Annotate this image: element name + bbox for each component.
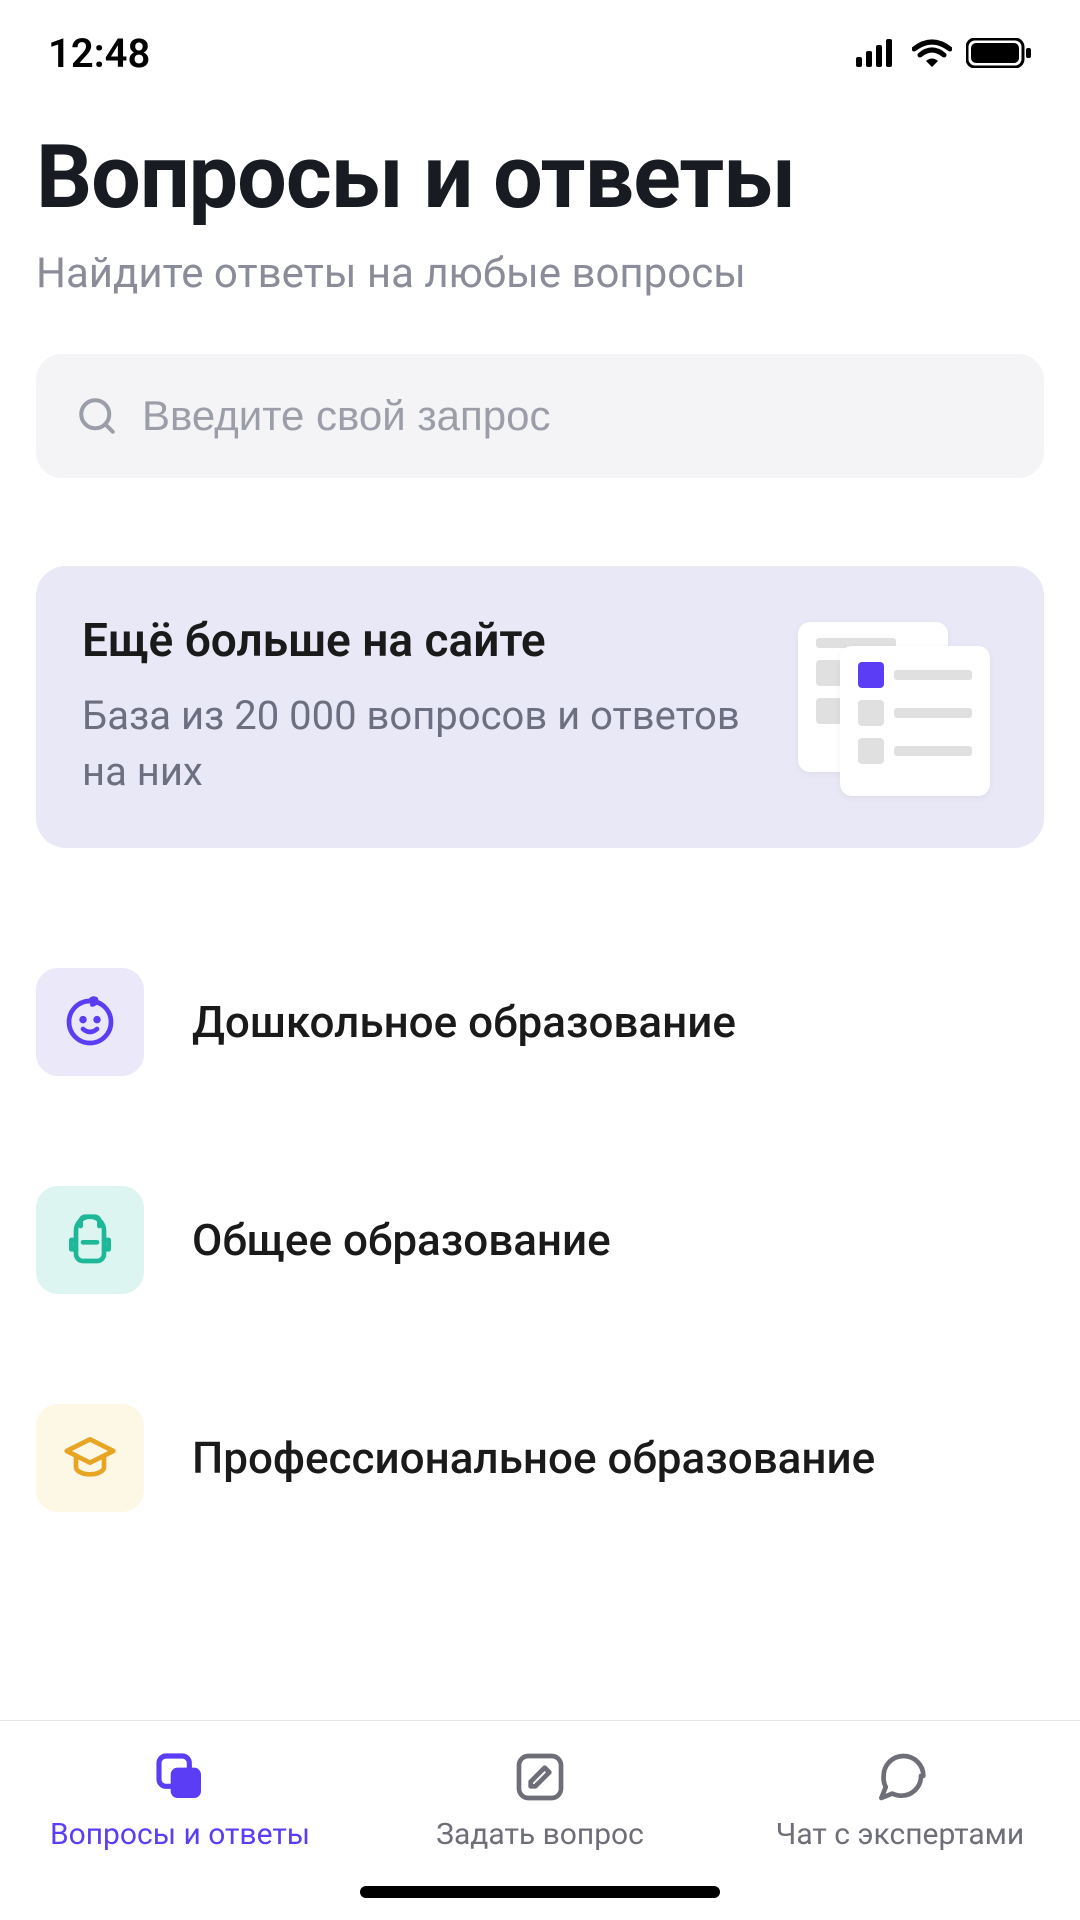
search-icon xyxy=(76,395,118,437)
search-input[interactable] xyxy=(142,392,1004,440)
page-title: Вопросы и ответы xyxy=(36,126,1044,229)
promo-title: Ещё больше на сайте xyxy=(82,614,778,668)
category-icon-box xyxy=(36,1404,144,1512)
promo-card[interactable]: Ещё больше на сайте База из 20 000 вопро… xyxy=(36,566,1044,848)
graduation-cap-icon xyxy=(62,1430,118,1486)
category-label: Общее образование xyxy=(192,1214,611,1266)
home-indicator[interactable] xyxy=(360,1886,720,1898)
status-time: 12:48 xyxy=(48,30,150,77)
signal-icon xyxy=(856,39,898,67)
page-subtitle: Найдите ответы на любые вопросы xyxy=(36,249,1044,298)
category-label: Дошкольное образование xyxy=(192,996,736,1048)
edit-square-icon xyxy=(512,1749,568,1805)
promo-description: База из 20 000 вопросов и ответов на них xyxy=(82,688,778,800)
category-preschool[interactable]: Дошкольное образование xyxy=(36,968,1044,1076)
documents-illustration xyxy=(798,622,998,792)
baby-face-icon xyxy=(62,994,118,1050)
chat-bubble-icon xyxy=(872,1749,928,1805)
battery-icon xyxy=(966,38,1032,68)
category-list: Дошкольное образование Общее образование… xyxy=(36,968,1044,1512)
backpack-icon xyxy=(62,1212,118,1268)
cards-icon xyxy=(152,1749,208,1805)
nav-label: Вопросы и ответы xyxy=(50,1817,310,1852)
nav-tab-qa[interactable]: Вопросы и ответы xyxy=(0,1721,360,1920)
nav-label: Чат с экспертами xyxy=(776,1817,1024,1852)
category-professional[interactable]: Профессиональное образование xyxy=(36,1404,1044,1512)
nav-label: Задать вопрос xyxy=(436,1817,644,1852)
status-bar: 12:48 xyxy=(0,0,1080,90)
status-icons xyxy=(856,38,1032,68)
category-label: Профессиональное образование xyxy=(192,1432,875,1484)
search-box[interactable] xyxy=(36,354,1044,478)
category-general[interactable]: Общее образование xyxy=(36,1186,1044,1294)
category-icon-box xyxy=(36,1186,144,1294)
wifi-icon xyxy=(912,39,952,67)
nav-tab-chat[interactable]: Чат с экспертами xyxy=(720,1721,1080,1920)
category-icon-box xyxy=(36,968,144,1076)
